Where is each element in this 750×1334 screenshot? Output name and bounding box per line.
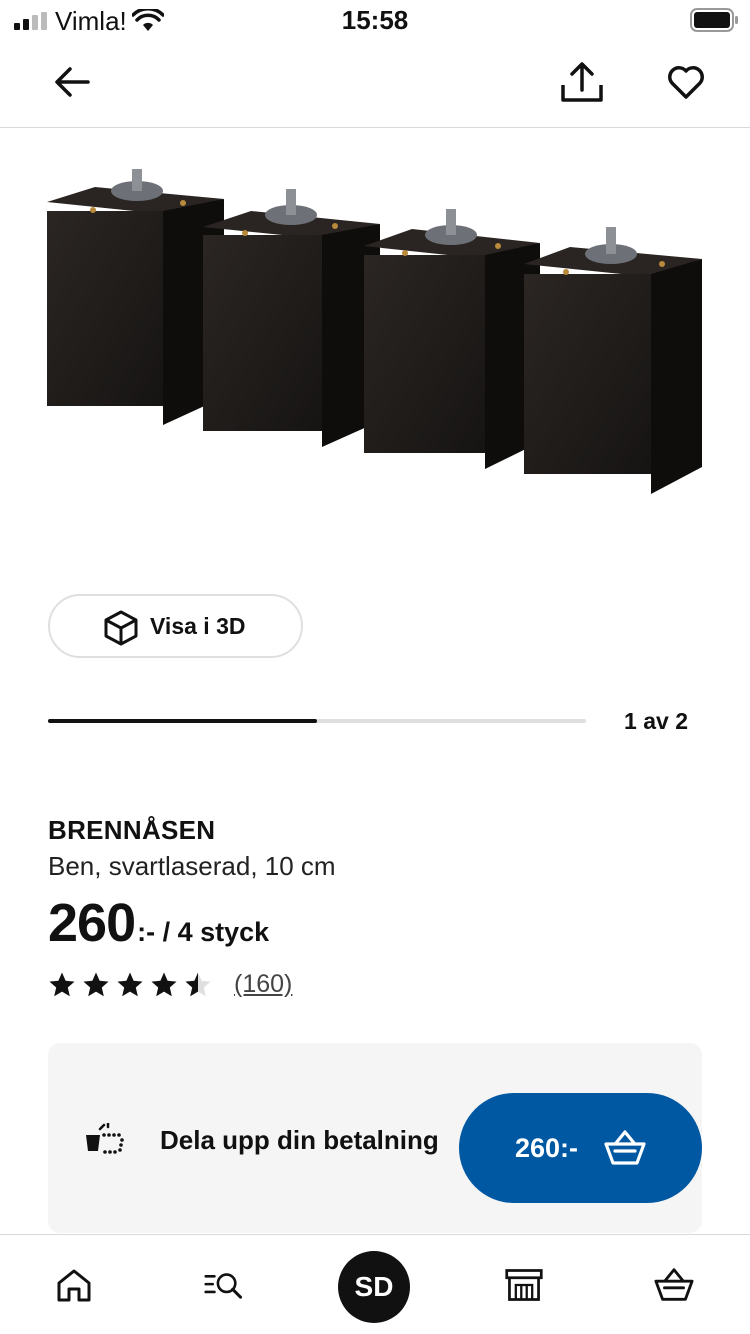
battery-icon [690,8,738,32]
rating[interactable]: (160) [48,970,292,999]
split-payment-icon [86,1123,124,1154]
add-to-cart-price: 260:- [514,1132,579,1163]
product-leg [203,189,380,447]
star-icon [83,972,109,996]
back-button[interactable] [44,54,100,110]
tab-home[interactable] [38,1249,110,1321]
bottom-tab-bar: SD [0,1234,750,1334]
price-amount: 260 [48,893,136,953]
star-icon [185,972,211,996]
view-in-3d-button[interactable]: Visa i 3D [48,594,303,658]
product-name: BRENNÅSEN [48,815,216,845]
rating-stars [48,971,218,999]
product-description: Ben, svartlaserad, 10 cm [48,851,336,881]
gallery-progress-fill [48,719,317,723]
split-payment-text: Dela upp din betalning [160,1125,439,1155]
cube-3d-icon [104,610,138,646]
tab-search[interactable] [188,1249,260,1321]
price-unit: :- / 4 styck [137,917,270,947]
review-count-link[interactable]: (160) [234,970,292,999]
tab-cart[interactable] [638,1249,710,1321]
heart-icon [668,66,704,99]
gallery-position: 1 av 2 [624,708,688,734]
store-icon [505,1269,543,1301]
arrow-left-icon [55,67,90,97]
profile-avatar: SD [338,1251,410,1323]
shopping-basket-icon [604,1130,646,1165]
top-navigation [0,42,750,128]
view-in-3d-label: Visa i 3D [150,612,246,639]
home-icon [57,1269,91,1302]
cart-icon [654,1268,694,1301]
product-image[interactable] [0,129,750,549]
star-icon [151,972,177,996]
price: 260 :- / 4 styck [48,892,269,954]
tab-profile[interactable]: SD [338,1251,410,1323]
status-time: 15:58 [341,5,409,35]
star-icon [49,972,75,996]
gallery-progress-bar [48,719,586,723]
product-leg [364,209,540,469]
share-icon [561,62,603,102]
product-leg [47,169,224,425]
search-list-icon [204,1273,243,1299]
product-leg [524,227,702,494]
add-to-cart-button[interactable]: 260:- [459,1093,702,1203]
star-icon [117,972,143,996]
favorite-button[interactable] [658,54,714,110]
tab-store[interactable] [488,1249,560,1321]
status-bar: Vimla! 15:58 [0,0,750,42]
share-button[interactable] [554,54,610,110]
